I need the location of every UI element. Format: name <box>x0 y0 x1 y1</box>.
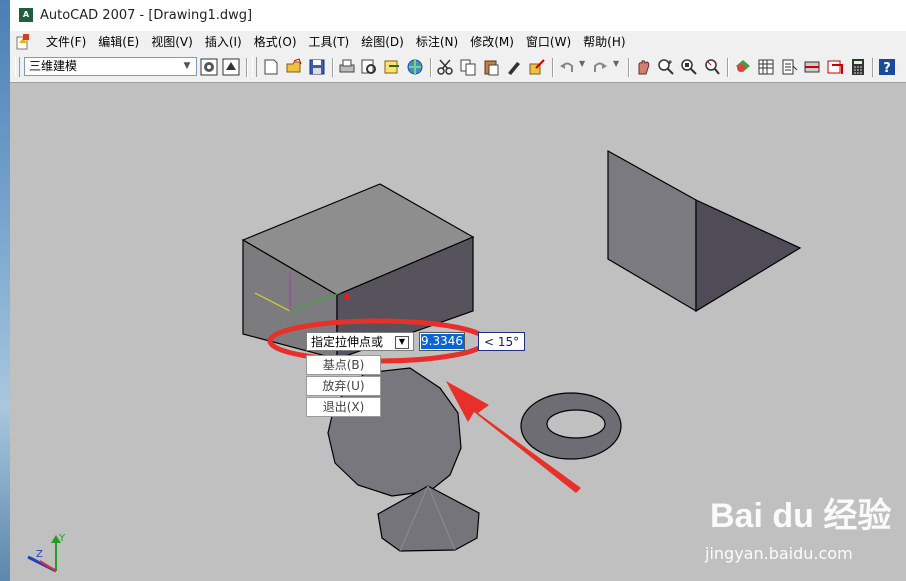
new-icon[interactable] <box>262 58 280 76</box>
cut-icon[interactable] <box>436 58 454 76</box>
watermark-url: jingyan.baidu.com <box>705 544 853 563</box>
toolbar-grip[interactable] <box>252 57 257 77</box>
menu-edit[interactable]: 编辑(E) <box>92 34 145 50</box>
properties-icon[interactable] <box>734 58 752 76</box>
calculator-icon[interactable] <box>849 58 867 76</box>
chevron-down-icon[interactable]: ▼ <box>613 59 619 68</box>
design-center-icon[interactable] <box>757 58 775 76</box>
toolbar-separator <box>430 58 432 77</box>
workspace-settings-icon[interactable] <box>200 58 218 76</box>
autocad-window: A AutoCAD 2007 - [Drawing1.dwg] 文件(F) 编辑… <box>10 0 906 581</box>
toolbar-separator <box>872 58 874 77</box>
help-icon[interactable]: ? <box>878 58 896 76</box>
block-editor-icon[interactable] <box>528 58 546 76</box>
menu-tools[interactable]: 工具(T) <box>303 34 356 50</box>
plot-icon[interactable] <box>338 58 356 76</box>
markup-icon[interactable] <box>826 58 844 76</box>
standard-toolbar: 三维建模 ▼ ▼ ▼ ? <box>10 53 906 83</box>
menu-modify[interactable]: 修改(M) <box>464 34 520 50</box>
chevron-down-icon[interactable]: ▼ <box>579 59 585 68</box>
dynamic-input-prompt: 指定拉伸点或 ▼ <box>306 332 414 351</box>
toolbar-separator <box>727 58 729 77</box>
zoom-previous-icon[interactable] <box>703 58 721 76</box>
toolbar-separator <box>246 58 248 77</box>
dynamic-input-prompt-text: 指定拉伸点或 <box>311 335 384 349</box>
dynamic-input-value[interactable]: 9.3346 <box>421 334 464 349</box>
wedge-left-face[interactable] <box>607 149 697 313</box>
ucs-y-label: Y <box>58 533 66 544</box>
wedge-right-face[interactable] <box>695 199 802 313</box>
menu-draw[interactable]: 绘图(D) <box>355 34 410 50</box>
publish-icon[interactable] <box>383 58 401 76</box>
workspace-save-icon[interactable] <box>222 58 240 76</box>
watermark-logo: Bai du 经验 <box>710 497 892 535</box>
autocad-app-icon: A <box>19 8 33 22</box>
dropdown-arrow-icon[interactable]: ▼ <box>395 336 409 349</box>
window-title: AutoCAD 2007 - [Drawing1.dwg] <box>40 8 253 23</box>
dynamic-input-angle: < 15° <box>478 332 525 351</box>
match-properties-icon[interactable] <box>505 58 523 76</box>
menu-bar: 文件(F) 编辑(E) 视图(V) 插入(I) 格式(O) 工具(T) 绘图(D… <box>10 31 906 53</box>
zoom-realtime-icon[interactable] <box>657 58 675 76</box>
chevron-down-icon[interactable]: ▼ <box>180 59 194 74</box>
ucs-z-label: Z <box>36 549 43 560</box>
document-icon[interactable] <box>16 34 30 50</box>
ucs-corner-z-axis <box>39 560 57 572</box>
copy-icon[interactable] <box>459 58 477 76</box>
menu-window[interactable]: 窗口(W) <box>520 34 577 50</box>
workspace-select-value: 三维建模 <box>29 59 78 73</box>
option-exit[interactable]: 退出(X) <box>306 397 381 417</box>
title-bar: A AutoCAD 2007 - [Drawing1.dwg] <box>10 0 906 32</box>
toolbar-separator <box>552 58 554 77</box>
paste-icon[interactable] <box>482 58 500 76</box>
dynamic-input-value-field[interactable]: 9.3346 <box>419 332 465 351</box>
torus-hole <box>546 409 606 439</box>
3d-dwf-icon[interactable] <box>406 58 424 76</box>
save-icon[interactable] <box>308 58 326 76</box>
desktop-background <box>0 0 10 581</box>
grip-point[interactable] <box>344 294 350 300</box>
menu-dimension[interactable]: 标注(N) <box>410 34 464 50</box>
toolbar-grip[interactable] <box>15 57 20 77</box>
svg-text:?: ? <box>883 61 891 76</box>
menu-format[interactable]: 格式(O) <box>248 34 303 50</box>
pan-icon[interactable] <box>634 58 652 76</box>
undo-icon[interactable] <box>558 58 576 76</box>
workspace-select[interactable]: 三维建模 ▼ <box>24 57 197 76</box>
toolbar-separator <box>628 58 630 77</box>
menu-insert[interactable]: 插入(I) <box>199 34 248 50</box>
option-base-point[interactable]: 基点(B) <box>306 355 381 375</box>
plot-preview-icon[interactable] <box>360 58 378 76</box>
baidu-jingyan-watermark: Bai du 经验 jingyan.baidu.com <box>705 488 891 578</box>
open-icon[interactable] <box>285 58 303 76</box>
menu-view[interactable]: 视图(V) <box>145 34 199 50</box>
option-undo[interactable]: 放弃(U) <box>306 376 381 396</box>
sheet-set-icon[interactable] <box>803 58 821 76</box>
tool-palettes-icon[interactable] <box>780 58 798 76</box>
menu-file[interactable]: 文件(F) <box>40 34 92 50</box>
menu-help[interactable]: 帮助(H) <box>577 34 631 50</box>
toolbar-separator <box>332 58 334 77</box>
redo-icon[interactable] <box>591 58 609 76</box>
zoom-window-icon[interactable] <box>680 58 698 76</box>
